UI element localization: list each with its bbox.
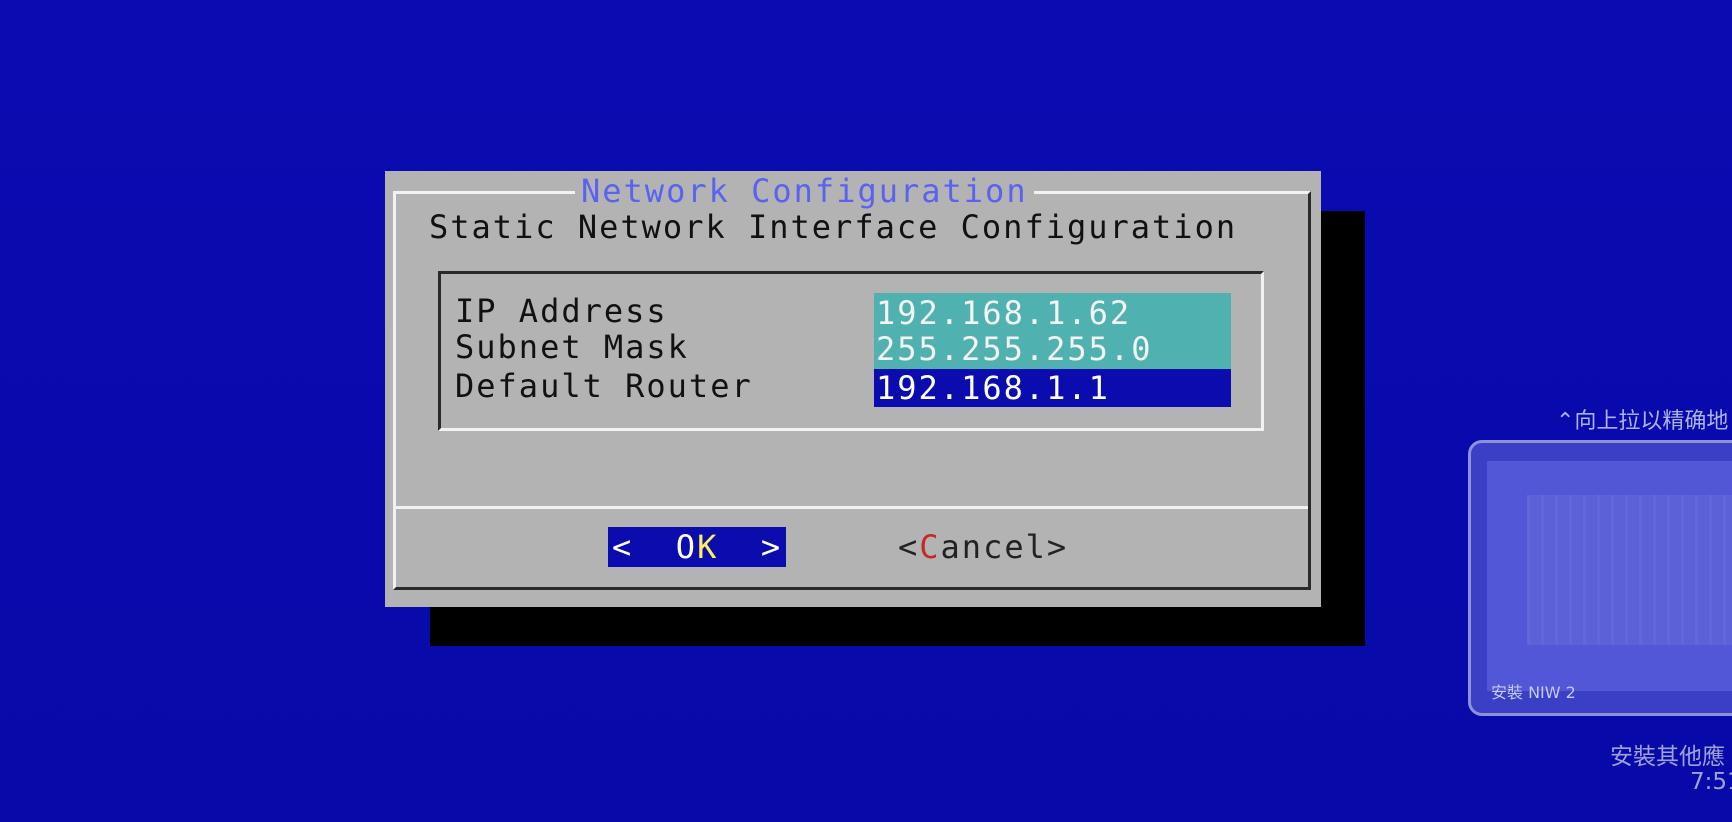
dialog-subtitle: Static Network Interface Configuration	[429, 208, 1238, 246]
form-row-router: Default Router 192.168.1.1	[441, 367, 1261, 407]
cancel-button-hotkey: C	[919, 528, 941, 566]
cancel-button[interactable]: <Cancel>	[898, 527, 1068, 567]
default-router-label: Default Router	[455, 367, 753, 405]
button-separator	[396, 506, 1308, 509]
cancel-button-prefix: <	[898, 528, 920, 566]
ok-button-prefix: < O	[612, 528, 698, 566]
cancel-button-suffix: ancel>	[940, 528, 1069, 566]
thumbnail-screen	[1527, 495, 1732, 645]
ok-button-hotkey: K	[697, 528, 719, 566]
form-box: IP Address 192.168.1.62 Subnet Mask 255.…	[438, 271, 1264, 431]
ip-address-field[interactable]: 192.168.1.62	[874, 293, 1231, 333]
ip-address-label: IP Address	[455, 292, 668, 330]
form-row-ip: IP Address 192.168.1.62	[441, 292, 1261, 333]
thumbnail-caption: 安裝 NIW 2	[1491, 683, 1576, 702]
subnet-mask-field[interactable]: 255.255.255.0	[874, 329, 1231, 369]
subnet-mask-label: Subnet Mask	[455, 328, 689, 366]
next-video-title[interactable]: 安裝其他應	[1610, 737, 1725, 771]
next-video-duration: 7:51	[1690, 769, 1732, 795]
video-thumbnail[interactable]: 安裝 NIW 2	[1468, 440, 1732, 716]
form-row-subnet: Subnet Mask 255.255.255.0	[441, 328, 1261, 369]
swipe-up-hint: ⌃向上拉以精确地	[1556, 409, 1729, 434]
ok-button[interactable]: < OK >	[608, 527, 786, 567]
network-config-dialog: Network Configuration Static Network Int…	[385, 171, 1321, 607]
ok-button-suffix: >	[718, 528, 783, 566]
dialog-title: Network Configuration	[575, 173, 1034, 209]
default-router-field[interactable]: 192.168.1.1	[874, 369, 1231, 407]
